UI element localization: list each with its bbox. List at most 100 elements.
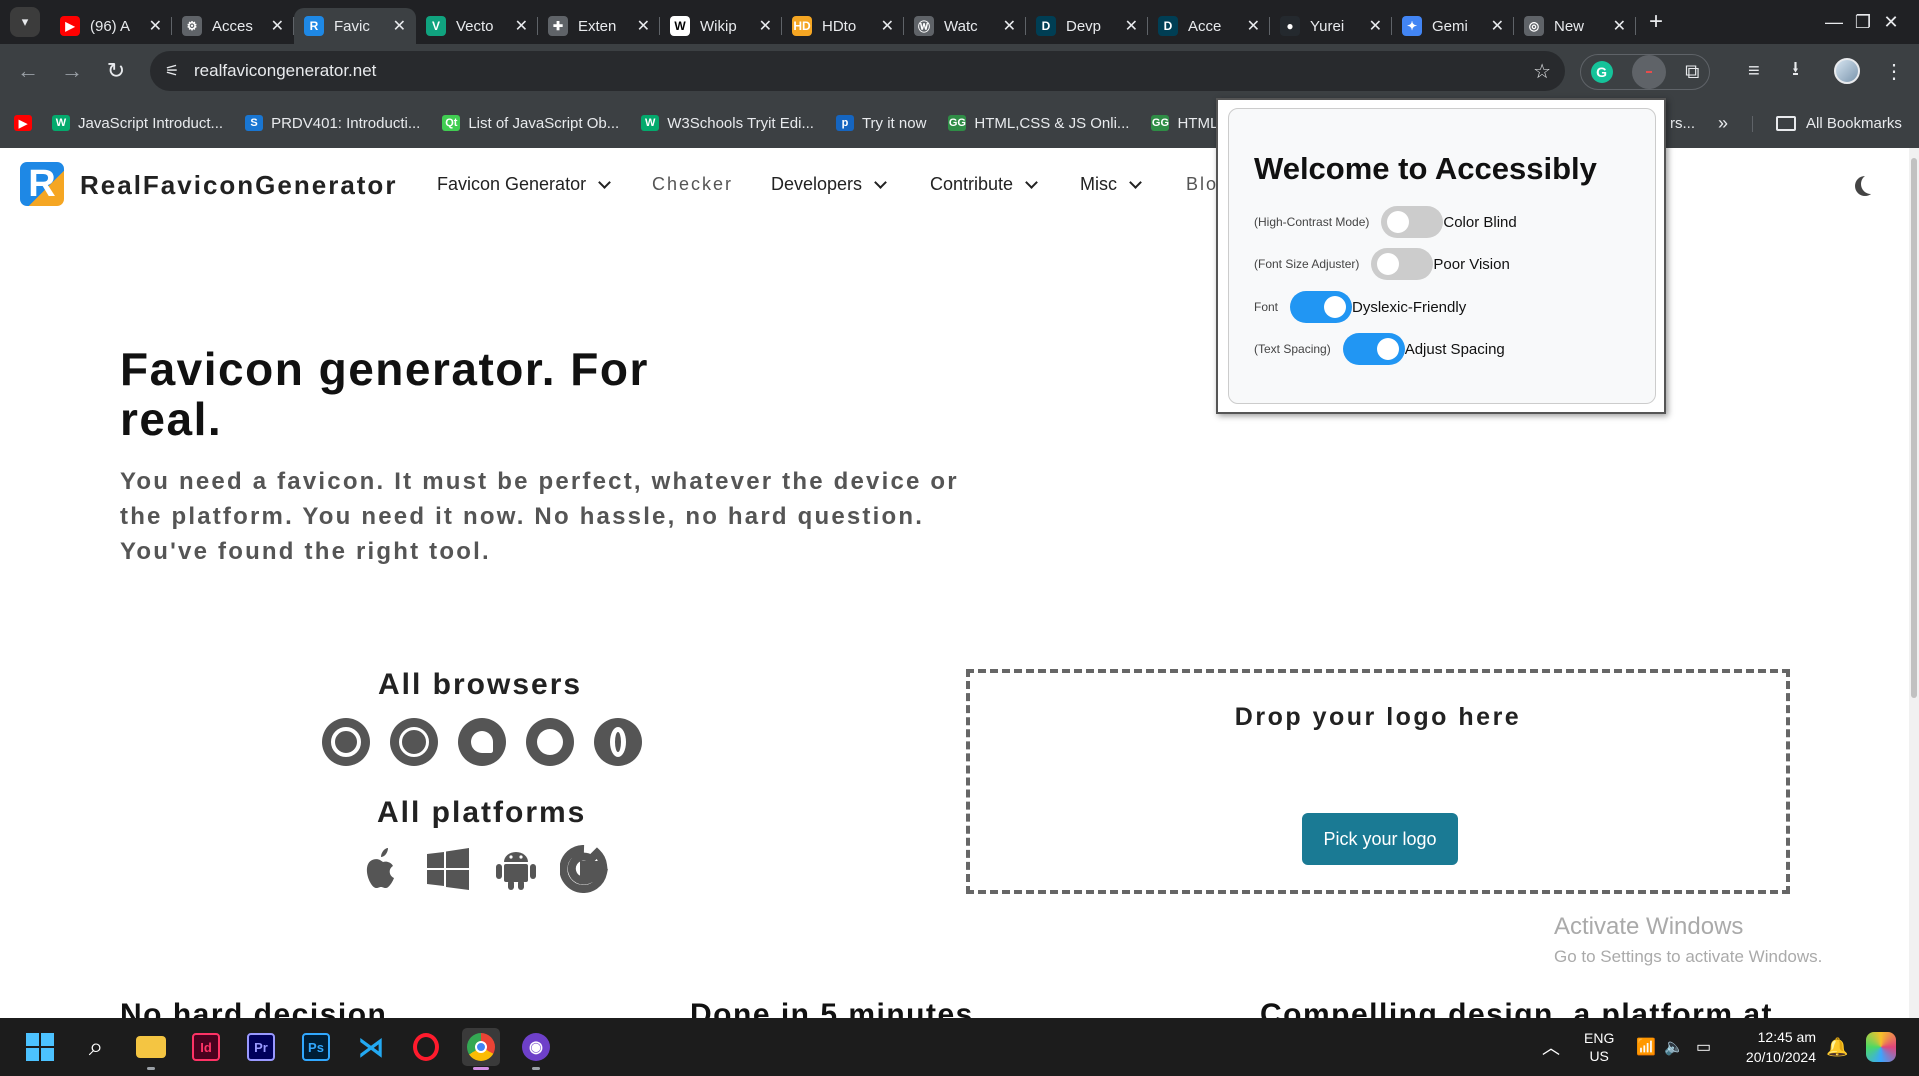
bookmark-label-partial[interactable]: rs... <box>1670 115 1695 132</box>
bookmark-item[interactable]: S PRDV401: Introducti... <box>245 115 420 132</box>
tab-close-icon[interactable]: ✕ <box>1491 16 1504 36</box>
tab-close-icon[interactable]: ✕ <box>271 16 284 36</box>
opera-icon[interactable] <box>407 1028 445 1066</box>
photoshop-icon[interactable]: Ps <box>297 1028 335 1066</box>
popup-row-name: Color Blind <box>1443 213 1517 231</box>
premiere-icon[interactable]: Pr <box>242 1028 280 1066</box>
tab-9[interactable]: D Acce ✕ <box>1148 8 1270 44</box>
url-text[interactable]: realfavicongenerator.net <box>194 61 376 81</box>
nav-favicon-generator[interactable]: Favicon Generator <box>437 174 611 195</box>
bookmark-item[interactable]: W W3Schools Tryit Edi... <box>641 115 814 132</box>
tab-title: New <box>1554 17 1585 35</box>
nav-label: Blo <box>1186 174 1219 194</box>
tab-10[interactable]: ● Yurei ✕ <box>1270 8 1392 44</box>
vscode-icon[interactable]: ⋊ <box>352 1028 390 1066</box>
github-desktop-icon[interactable]: ◉ <box>517 1028 555 1070</box>
tab-close-icon[interactable]: ✕ <box>1247 16 1260 36</box>
address-bar[interactable]: ⚟ realfavicongenerator.net ☆ <box>150 51 1565 91</box>
tab-12[interactable]: ◎ New ✕ <box>1514 8 1636 44</box>
tab-close-icon[interactable]: ✕ <box>393 16 406 36</box>
tab-2[interactable]: R Favic ✕ <box>294 8 416 44</box>
copilot-icon[interactable] <box>1866 1018 1896 1076</box>
tab-4[interactable]: ✚ Exten ✕ <box>538 8 660 44</box>
forward-button[interactable]: → <box>50 53 94 89</box>
logo-dropzone[interactable]: Drop your logo here Pick your logo <box>966 669 1790 894</box>
accessibly-extension-button[interactable] <box>1631 55 1666 89</box>
bookmark-label: HTML,CSS & JS Onli... <box>974 114 1130 132</box>
browser-menu-icon[interactable]: ⋮ <box>1884 44 1904 98</box>
grammarly-icon[interactable]: G <box>1590 61 1613 83</box>
chrome-icon: ◎ <box>1524 16 1544 36</box>
tab-8[interactable]: D Devp ✕ <box>1026 8 1148 44</box>
bookmarks-overflow-icon[interactable]: » <box>1718 98 1728 148</box>
page-scrollbar[interactable] <box>1909 148 1919 1018</box>
tab-search-button[interactable]: ▾ <box>10 7 40 37</box>
reload-button[interactable]: ↻ <box>94 53 138 89</box>
download-icon[interactable]: ⭳ <box>1792 44 1799 98</box>
wifi-icon[interactable]: 📶 <box>1636 1018 1656 1076</box>
bookmark-item[interactable]: ▶ <box>14 115 40 131</box>
battery-icon[interactable]: ▭ <box>1696 1018 1711 1076</box>
toggle-switch[interactable] <box>1342 333 1405 365</box>
dark-mode-moon-icon[interactable] <box>1861 174 1881 194</box>
tab-close-icon[interactable]: ✕ <box>637 16 650 36</box>
popup-row-name: Adjust Spacing <box>1404 340 1505 358</box>
clock[interactable]: 12:45 am 20/10/2024 <box>1738 1018 1816 1076</box>
bookmark-item[interactable]: p Try it now <box>835 115 926 132</box>
site-brand[interactable]: RealFaviconGenerator <box>80 170 397 201</box>
nav-contribute[interactable]: Contribute <box>930 174 1038 195</box>
language-indicator[interactable]: ENG US <box>1584 1018 1614 1076</box>
tab-close-icon[interactable]: ✕ <box>759 16 772 36</box>
popup-row-name: Dyslexic-Friendly <box>1352 298 1467 316</box>
bookmark-item[interactable]: Qt List of JavaScript Ob... <box>442 115 619 132</box>
chevron-down-icon <box>1129 175 1142 189</box>
tab-close-icon[interactable]: ✕ <box>1613 16 1626 36</box>
all-bookmarks-button[interactable]: All Bookmarks <box>1752 98 1902 148</box>
tab-1[interactable]: ⚙ Acces ✕ <box>172 8 294 44</box>
tab-5[interactable]: W Wikip ✕ <box>660 8 782 44</box>
tab-close-icon[interactable]: ✕ <box>1125 16 1138 36</box>
tab-close-icon[interactable]: ✕ <box>1003 16 1016 36</box>
browser-icons <box>322 718 662 766</box>
windows-start-icon[interactable] <box>21 1028 59 1066</box>
tab-title: Vecto <box>456 17 494 35</box>
tab-title: Yurei <box>1310 17 1345 35</box>
chevron-down-icon <box>598 175 611 189</box>
tab-close-icon[interactable]: ✕ <box>1369 16 1382 36</box>
extensions-puzzle-icon[interactable]: ⧉ <box>1685 61 1699 84</box>
reading-list-icon[interactable]: ≡ <box>1748 44 1760 98</box>
tab-11[interactable]: ✦ Gemi ✕ <box>1392 8 1514 44</box>
nav-checker[interactable]: Checker <box>652 174 733 195</box>
volume-icon[interactable]: 🔈 <box>1664 1018 1684 1076</box>
tab-close-icon[interactable]: ✕ <box>149 16 162 36</box>
scrollbar-thumb[interactable] <box>1911 158 1917 698</box>
bookmark-item[interactable]: GG HTML,CSS & JS Onli... <box>948 115 1129 132</box>
toggle-switch[interactable] <box>1371 248 1434 280</box>
bookmark-item[interactable]: W JavaScript Introduct... <box>52 115 223 132</box>
tab-6[interactable]: HD HDto ✕ <box>782 8 904 44</box>
file-explorer-icon[interactable] <box>132 1028 170 1070</box>
bookmark-star-icon[interactable]: ☆ <box>1533 59 1551 84</box>
new-tab-button[interactable]: + <box>1636 8 1676 36</box>
chrome-icon[interactable] <box>462 1028 500 1070</box>
tab-0[interactable]: ▶ (96) A ✕ <box>50 8 172 44</box>
notification-bell-icon[interactable]: 🔔 <box>1826 1018 1848 1076</box>
back-button[interactable]: ← <box>6 53 50 89</box>
nav-developers[interactable]: Developers <box>771 174 887 195</box>
search-icon[interactable]: ⌕ <box>77 1028 115 1066</box>
nav-blo[interactable]: Blo <box>1186 174 1218 195</box>
tab-close-icon[interactable]: ✕ <box>881 16 894 36</box>
tab-7[interactable]: Ⓦ Watc ✕ <box>904 8 1026 44</box>
profile-button[interactable] <box>1834 44 1860 98</box>
realfavicon-logo[interactable]: R <box>20 162 64 206</box>
tab-close-icon[interactable]: ✕ <box>515 16 528 36</box>
site-info-button[interactable]: ⚟ <box>156 55 188 87</box>
close-window-button[interactable]: ✕ <box>1862 0 1919 44</box>
tray-overflow-icon[interactable]: ︿ <box>1542 1018 1560 1076</box>
toggle-switch[interactable] <box>1290 291 1353 323</box>
indesign-icon[interactable]: Id <box>187 1028 225 1066</box>
tab-3[interactable]: V Vecto ✕ <box>416 8 538 44</box>
nav-misc[interactable]: Misc <box>1080 174 1142 195</box>
toggle-switch[interactable] <box>1381 206 1444 238</box>
pick-logo-button[interactable]: Pick your logo <box>1302 813 1458 865</box>
